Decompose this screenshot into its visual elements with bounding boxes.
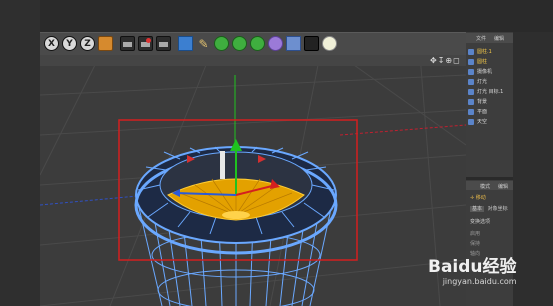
main-toolbar: X Y Z ✎ xyxy=(40,32,466,56)
left-edge-panel xyxy=(0,0,40,306)
z-axis-lock-button[interactable]: Z xyxy=(80,36,95,51)
object-row-sky[interactable]: 天空 xyxy=(468,117,512,126)
cylinder-icon xyxy=(468,58,474,65)
object-row-camera[interactable]: 摄像机 xyxy=(468,67,512,76)
attributes-title-text: 移动 xyxy=(475,195,486,201)
object-label: 摄像机 xyxy=(477,69,493,75)
deformer-icon[interactable] xyxy=(250,36,265,51)
baidu-watermark: Baidu经验 jingyan.baidu.com xyxy=(428,252,517,286)
attributes-header: 模式 编辑 xyxy=(466,181,513,190)
viewport-header-bar xyxy=(40,55,466,66)
object-row-light-target[interactable]: 灯光 目标.1 xyxy=(468,87,512,96)
attribute-line: 保持 xyxy=(470,241,481,247)
plane-icon xyxy=(468,108,474,115)
tab-basic[interactable]: 基本 xyxy=(470,206,485,212)
object-label: 灯光 目标.1 xyxy=(477,89,504,95)
watermark-url: jingyan.baidu.com xyxy=(442,277,517,286)
camera-object-icon[interactable] xyxy=(304,36,319,51)
mode-menu[interactable]: 模式 xyxy=(480,183,490,190)
pen-spline-icon[interactable]: ✎ xyxy=(196,36,211,51)
edit-menu[interactable]: 编辑 xyxy=(494,35,504,42)
viewport-navigation-icons[interactable]: ✥↧⊕◻ xyxy=(430,56,461,65)
light-target-icon xyxy=(468,88,474,95)
object-row-light[interactable]: 灯光 xyxy=(468,77,512,86)
attribute-line: 启用 xyxy=(470,231,481,237)
object-label: 平面 xyxy=(477,109,488,115)
object-row-cylinder[interactable]: 圆柱 xyxy=(468,57,512,66)
subdivision-generator-icon[interactable] xyxy=(214,36,229,51)
object-label: 天空 xyxy=(477,119,488,125)
background-icon xyxy=(468,98,474,105)
object-row-background[interactable]: 背景 xyxy=(468,97,512,106)
attributes-tabs: 基本 对象坐标 xyxy=(470,205,510,212)
scene-object-icon[interactable] xyxy=(268,36,283,51)
viewport-scene xyxy=(40,55,466,306)
y-axis-lock-button[interactable]: Y xyxy=(62,36,77,51)
object-row-cylinder-1[interactable]: 圆柱.1 xyxy=(468,47,512,56)
array-generator-icon[interactable] xyxy=(232,36,247,51)
camera-icon xyxy=(468,68,474,75)
object-label: 圆柱 xyxy=(477,59,488,65)
cube-primitive-icon[interactable] xyxy=(178,36,193,51)
right-edge-panel xyxy=(513,32,553,306)
cylinder-icon xyxy=(468,48,474,55)
object-manager-header: 文件 编辑 xyxy=(466,33,513,43)
render-view-icon[interactable] xyxy=(120,36,135,51)
edit-menu[interactable]: 编辑 xyxy=(498,183,508,190)
attributes-title: ✛ 移动 xyxy=(470,194,486,201)
floor-object-icon[interactable] xyxy=(286,36,301,51)
light-icon xyxy=(468,78,474,85)
x-axis-lock-button[interactable]: X xyxy=(44,36,59,51)
render-picture-viewer-icon[interactable] xyxy=(138,36,153,51)
coordinate-system-button[interactable] xyxy=(98,36,113,51)
file-menu[interactable]: 文件 xyxy=(476,35,486,42)
3d-viewport[interactable] xyxy=(40,55,466,306)
object-label: 灯光 xyxy=(477,79,488,85)
object-row-plane[interactable]: 平面 xyxy=(468,107,512,116)
panel-divider[interactable] xyxy=(466,177,513,180)
tab-object-coords[interactable]: 对象坐标 xyxy=(486,206,510,212)
watermark-brand: Baidu经验 xyxy=(428,257,517,277)
top-area xyxy=(40,0,553,32)
transform-options-section: 变换选项 xyxy=(470,219,491,225)
object-label: 圆柱.1 xyxy=(477,49,492,55)
move-icon: ✛ xyxy=(470,195,475,201)
render-settings-icon[interactable] xyxy=(156,36,171,51)
object-label: 背景 xyxy=(477,99,488,105)
light-object-icon[interactable] xyxy=(322,36,337,51)
sky-icon xyxy=(468,118,474,125)
